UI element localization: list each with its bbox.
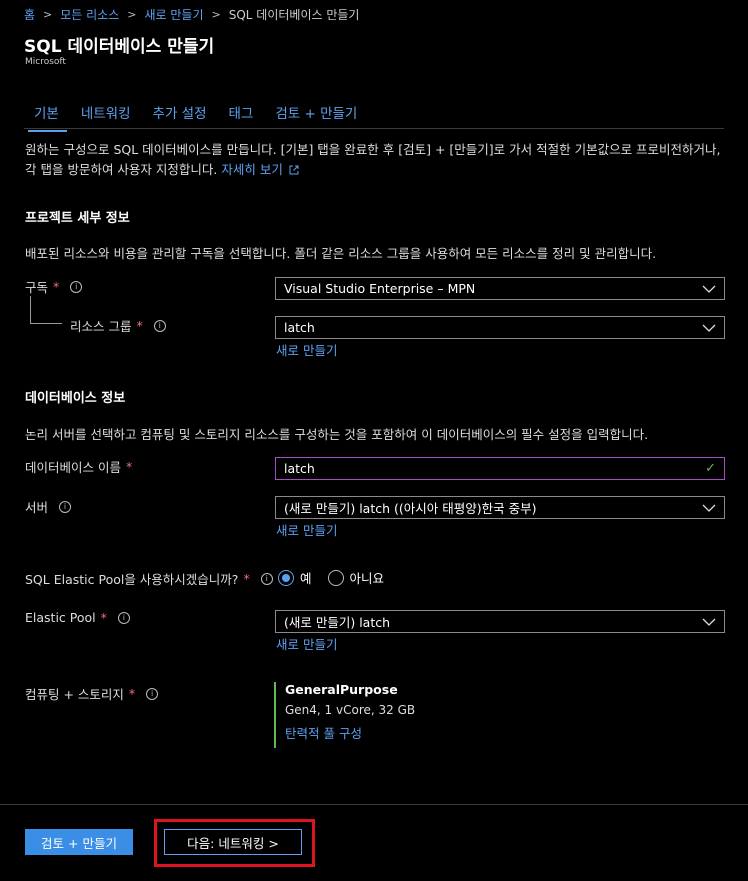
- required-marker: *: [100, 610, 107, 625]
- server-label-text: 서버: [25, 500, 49, 515]
- chevron-right-icon: >: [211, 8, 221, 21]
- project-details-desc: 배포된 리소스와 비용을 관리할 구독을 선택합니다. 폴더 같은 리소스 그룹…: [25, 246, 657, 261]
- database-name-value: latch: [284, 461, 315, 476]
- required-marker: *: [136, 318, 143, 333]
- elastic-pool-create-link[interactable]: 새로 만들기: [276, 634, 337, 653]
- breadcrumb-all-resources[interactable]: 모든 리소스: [60, 6, 119, 23]
- resource-group-label-text: 리소스 그룹: [70, 319, 132, 334]
- info-icon[interactable]: i: [117, 611, 130, 624]
- elastic-pool-question-label: SQL Elastic Pool을 사용하시겠습니까? * i: [25, 569, 273, 588]
- required-marker: *: [128, 686, 136, 701]
- elastic-pool-question-text: SQL Elastic Pool을 사용하시겠습니까?: [25, 572, 239, 587]
- required-marker: *: [125, 459, 133, 474]
- elastic-pool-label: Elastic Pool * i: [25, 610, 130, 625]
- elastic-pool-radio-group: 예 아니요: [278, 568, 384, 587]
- resource-group-label: 리소스 그룹 * i: [70, 316, 166, 335]
- radio-yes[interactable]: [278, 569, 294, 586]
- chevron-down-icon: [702, 324, 716, 332]
- breadcrumb: 홈 > 모든 리소스 > 새로 만들기 > SQL 데이터베이스 만들기: [24, 6, 359, 23]
- project-details-title: 프로젝트 세부 정보: [25, 211, 130, 226]
- compute-storage-label: 컴퓨팅 + 스토리지 * i: [25, 684, 159, 703]
- compute-storage-summary: GeneralPurpose Gen4, 1 vCore, 32 GB 탄력적 …: [274, 682, 415, 748]
- external-link-icon: [289, 165, 299, 175]
- server-select[interactable]: (새로 만들기) latch ((아시아 태평양)한국 중부): [275, 496, 725, 519]
- intro-text: 원하는 구성으로 SQL 데이터베이스를 만듭니다. [기본] 탭을 완료한 후…: [25, 140, 725, 180]
- tree-connector: [30, 323, 62, 324]
- chevron-right-icon: >: [127, 8, 137, 21]
- tab-divider: [24, 128, 724, 129]
- radio-no[interactable]: [327, 569, 344, 586]
- subscription-select[interactable]: Visual Studio Enterprise – MPN: [275, 277, 725, 300]
- database-name-label: 데이터베이스 이름 *: [25, 457, 132, 476]
- elastic-pool-label-text: Elastic Pool: [25, 610, 96, 625]
- tree-connector: [30, 296, 31, 323]
- chevron-right-icon: >: [43, 8, 53, 21]
- footer-divider: [0, 804, 748, 805]
- info-icon[interactable]: i: [260, 572, 273, 585]
- server-create-link[interactable]: 새로 만들기: [276, 520, 337, 539]
- required-marker: *: [53, 279, 60, 294]
- page-title: SQL 데이터베이스 만들기: [24, 37, 215, 57]
- compute-detail: Gen4, 1 vCore, 32 GB: [285, 703, 416, 717]
- resource-group-select[interactable]: latch: [275, 316, 725, 339]
- info-icon[interactable]: i: [70, 280, 83, 293]
- server-label: 서버 i: [25, 497, 72, 516]
- database-name-label-text: 데이터베이스 이름: [25, 460, 121, 475]
- resource-group-value: latch: [284, 320, 315, 335]
- chevron-down-icon: [702, 504, 716, 512]
- page-subtitle: Microsoft: [25, 57, 66, 67]
- info-icon[interactable]: i: [153, 319, 166, 332]
- database-name-input[interactable]: latch ✓: [275, 457, 725, 480]
- info-icon[interactable]: i: [146, 687, 159, 700]
- radio-no-label[interactable]: 아니요: [350, 568, 385, 587]
- intro-body: 원하는 구성으로 SQL 데이터베이스를 만듭니다. [기본] 탭을 완료한 후…: [25, 142, 721, 177]
- chevron-down-icon: [702, 285, 716, 293]
- review-create-button[interactable]: 검토 + 만들기: [25, 829, 133, 855]
- breadcrumb-home[interactable]: 홈: [24, 6, 35, 23]
- server-value: (새로 만들기) latch ((아시아 태평양)한국 중부): [284, 501, 537, 516]
- database-details-title: 데이터베이스 정보: [25, 391, 126, 406]
- learn-more-link[interactable]: 자세히 보기: [221, 162, 282, 177]
- subscription-value: Visual Studio Enterprise – MPN: [284, 281, 476, 296]
- elastic-pool-value: (새로 만들기) latch: [284, 615, 391, 630]
- checkmark-icon: ✓: [705, 461, 716, 476]
- compute-storage-label-text: 컴퓨팅 + 스토리지: [25, 687, 124, 702]
- elastic-pool-select[interactable]: (새로 만들기) latch: [275, 610, 725, 633]
- subscription-label-text: 구독: [25, 280, 49, 295]
- compute-tier: GeneralPurpose: [285, 682, 398, 697]
- radio-yes-label[interactable]: 예: [300, 568, 312, 587]
- subscription-label: 구독 * i: [25, 277, 83, 296]
- breadcrumb-create-new[interactable]: 새로 만들기: [145, 6, 204, 23]
- required-marker: *: [243, 571, 250, 586]
- chevron-down-icon: [702, 618, 716, 626]
- breadcrumb-current: SQL 데이터베이스 만들기: [228, 8, 360, 22]
- configure-elastic-pool-link[interactable]: 탄력적 풀 구성: [285, 723, 415, 742]
- resource-group-create-link[interactable]: 새로 만들기: [276, 340, 337, 359]
- info-icon[interactable]: i: [59, 500, 72, 513]
- database-details-desc: 논리 서버를 선택하고 컴퓨팅 및 스토리지 리소스를 구성하는 것을 포함하여…: [25, 427, 649, 442]
- next-networking-button[interactable]: 다음: 네트워킹 >: [164, 829, 302, 855]
